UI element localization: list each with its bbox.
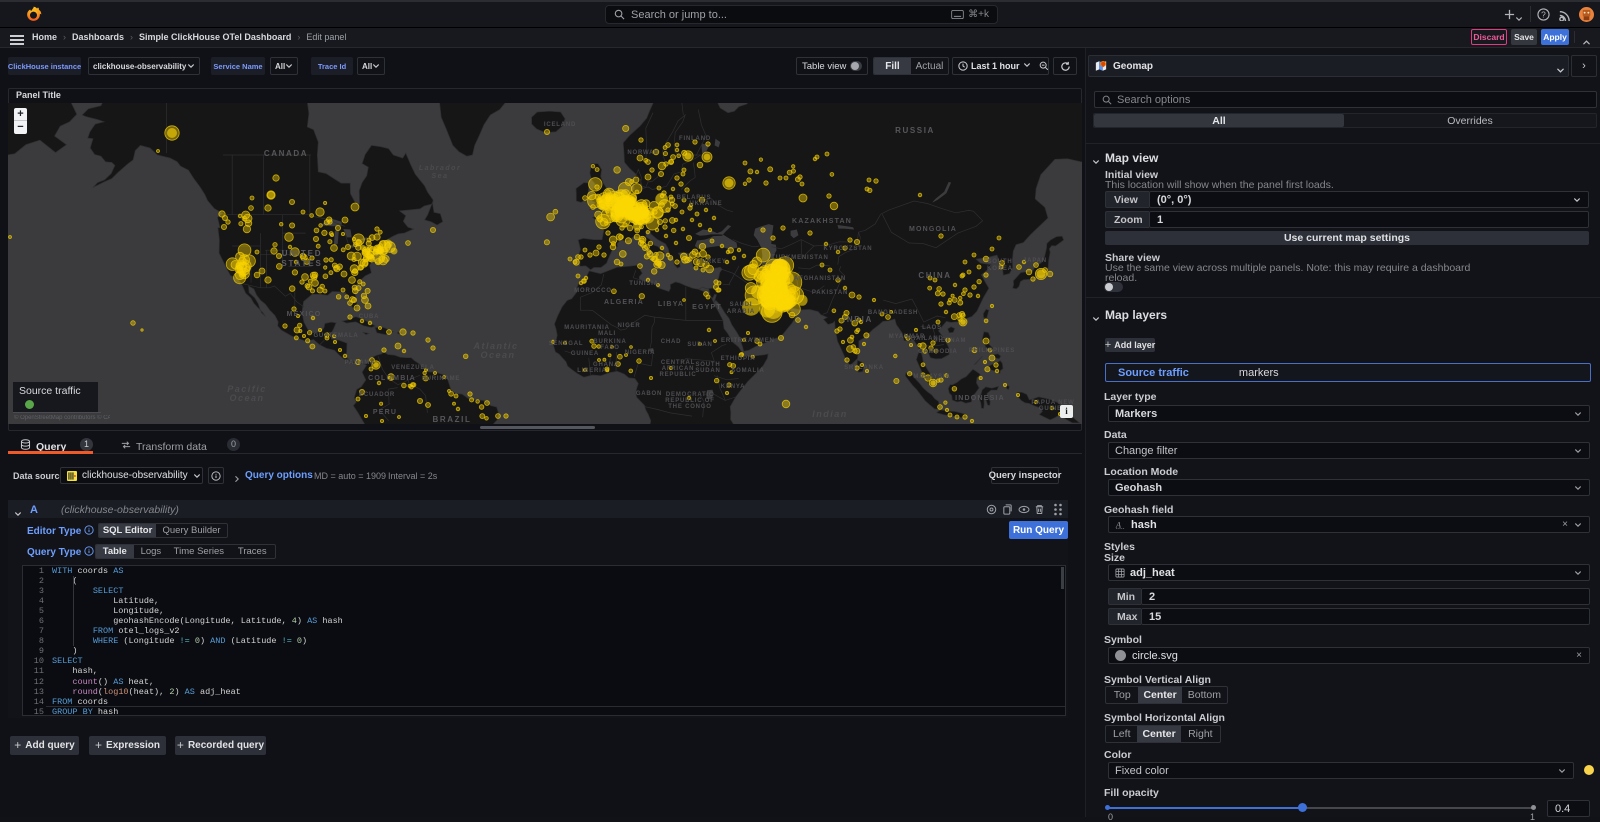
- svg-text:FASO: FASO: [600, 345, 620, 351]
- svg-text:SOMALIA: SOMALIA: [731, 368, 764, 374]
- svg-text:SUDAN: SUDAN: [687, 342, 712, 348]
- svg-text:LIBYA: LIBYA: [658, 301, 684, 308]
- svg-text:Labrador: Labrador: [419, 165, 461, 172]
- svg-text:CHINA: CHINA: [918, 271, 951, 280]
- svg-text:COLOMBIA: COLOMBIA: [368, 375, 416, 382]
- svg-text:SUDAN: SUDAN: [695, 368, 720, 374]
- svg-text:ALGERIA: ALGERIA: [604, 299, 644, 306]
- svg-text:JAPAN: JAPAN: [1023, 258, 1047, 264]
- svg-text:INDONESIA: INDONESIA: [955, 395, 1005, 402]
- svg-text:YEMEN: YEMEN: [749, 338, 774, 344]
- svg-text:MOROCCO: MOROCCO: [574, 288, 612, 294]
- svg-text:THE CONGO: THE CONGO: [668, 404, 712, 410]
- svg-text:KENYA: KENYA: [721, 384, 745, 390]
- svg-text:PANAMA: PANAMA: [345, 360, 376, 366]
- svg-text:MEXICO: MEXICO: [287, 311, 322, 318]
- svg-text:CANADA: CANADA: [264, 149, 308, 158]
- svg-text:Ocean: Ocean: [480, 350, 515, 360]
- svg-text:UNITED: UNITED: [282, 249, 323, 258]
- svg-text:CHAD: CHAD: [661, 339, 682, 345]
- svg-text:VENEZUELA: VENEZUELA: [391, 365, 435, 371]
- svg-text:Sea: Sea: [432, 173, 449, 180]
- svg-text:REPUBLIC: REPUBLIC: [659, 372, 696, 378]
- svg-text:ECUADOR: ECUADOR: [359, 392, 395, 398]
- svg-text:AFGHANISTAN: AFGHANISTAN: [794, 276, 846, 282]
- svg-text:SURINAME: SURINAME: [422, 376, 460, 382]
- svg-text:THAILAND: THAILAND: [906, 336, 943, 342]
- svg-text:GABON: GABON: [636, 391, 662, 397]
- svg-text:MONGOLIA: MONGOLIA: [909, 226, 957, 233]
- svg-text:CUBA: CUBA: [359, 314, 380, 320]
- svg-text:GUINEA: GUINEA: [571, 351, 599, 357]
- svg-text:Indian: Indian: [812, 409, 848, 419]
- svg-text:?: ?: [1541, 9, 1546, 19]
- svg-text:FINLAND: FINLAND: [679, 136, 711, 142]
- svg-text:MALI: MALI: [598, 331, 616, 337]
- svg-text:SAUDI: SAUDI: [730, 302, 753, 308]
- svg-text:PERU: PERU: [373, 409, 397, 416]
- svg-text:Ocean: Ocean: [229, 393, 264, 403]
- svg-text:NIGERIA: NIGERIA: [625, 350, 656, 356]
- svg-text:BRAZIL: BRAZIL: [433, 415, 472, 424]
- svg-text:KAZAKHSTAN: KAZAKHSTAN: [792, 218, 852, 225]
- svg-text:EGYPT: EGYPT: [692, 304, 722, 311]
- svg-text:TURKEY: TURKEY: [697, 259, 726, 265]
- svg-text:PAKISTAN: PAKISTAN: [812, 290, 848, 296]
- svg-text:SRI LANKA: SRI LANKA: [844, 365, 884, 371]
- svg-text:SENEGAL: SENEGAL: [549, 341, 584, 347]
- svg-text:NIGER: NIGER: [617, 323, 640, 329]
- svg-text:LIBERIA: LIBERIA: [577, 368, 607, 374]
- svg-text:ARABIA: ARABIA: [727, 309, 755, 315]
- svg-text:CAMBODIA: CAMBODIA: [918, 349, 957, 355]
- svg-text:BANGLADESH: BANGLADESH: [868, 310, 918, 316]
- svg-text:A: A: [1115, 521, 1121, 529]
- svg-text:KYRGYZSTAN: KYRGYZSTAN: [824, 246, 873, 252]
- svg-text:TUNISIA: TUNISIA: [629, 281, 659, 287]
- svg-text:MALAYSIA: MALAYSIA: [913, 374, 950, 380]
- svg-text:RUSSIA: RUSSIA: [895, 126, 935, 135]
- svg-text:SOUTH: SOUTH: [988, 259, 1013, 265]
- svg-text:KOREA: KOREA: [987, 266, 1013, 272]
- svg-text:NORWAY: NORWAY: [627, 150, 658, 156]
- svg-text:ETHIOPIA: ETHIOPIA: [721, 356, 756, 362]
- svg-text:INDIA: INDIA: [843, 315, 873, 324]
- svg-text:ICELAND: ICELAND: [544, 122, 576, 128]
- svg-text:GUATEMALA: GUATEMALA: [313, 333, 358, 339]
- svg-text:LAOS: LAOS: [922, 325, 942, 331]
- svg-text:PHILIPPINES: PHILIPPINES: [969, 348, 1015, 354]
- svg-text:ERITREA: ERITREA: [721, 338, 753, 344]
- svg-text:UKRAINE: UKRAINE: [690, 201, 723, 207]
- svg-text:STATES: STATES: [281, 259, 322, 268]
- svg-text:TURKMENISTAN: TURKMENISTAN: [771, 255, 828, 261]
